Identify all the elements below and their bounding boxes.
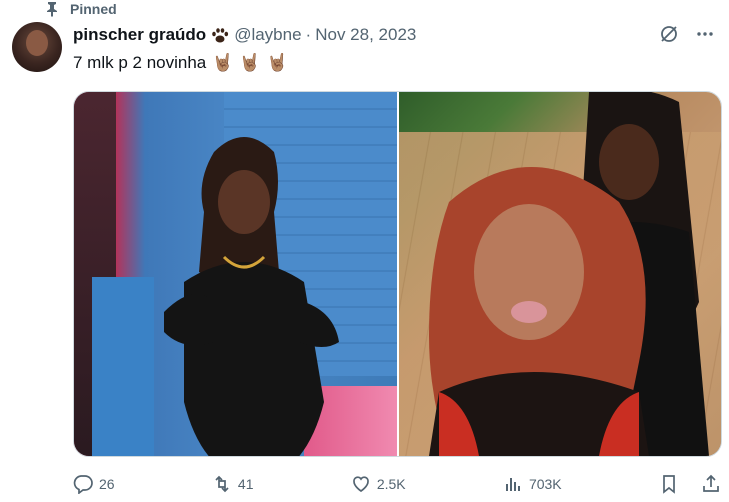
action-right-group	[659, 474, 721, 494]
media-grid	[73, 91, 722, 457]
views-count: 703K	[528, 476, 562, 492]
photo-left[interactable]	[74, 92, 397, 456]
views-button[interactable]: 703K	[503, 474, 562, 494]
share-icon	[703, 474, 719, 492]
user-handle[interactable]: @laybne	[234, 25, 301, 45]
grok-icon[interactable]	[659, 24, 679, 44]
reply-button[interactable]: 26	[73, 474, 115, 494]
rock-hand-emoji: 🤘🏽	[212, 53, 234, 72]
rock-hand-emoji: 🤘🏽	[266, 53, 288, 72]
separator-dot: ·	[305, 25, 312, 44]
like-button[interactable]: 2.5K	[351, 474, 406, 494]
pinned-label: Pinned	[70, 1, 117, 17]
rock-hand-emoji: 🤘🏽	[239, 53, 261, 72]
like-count: 2.5K	[376, 476, 406, 492]
repost-icon	[215, 475, 229, 493]
action-bar: 26 41 2.5K 703K	[73, 470, 721, 498]
tweet-text: 7 mlk p 2 novinha 🤘🏽 🤘🏽 🤘🏽	[73, 53, 288, 73]
person-figure	[428, 167, 649, 456]
photo-right[interactable]	[398, 92, 721, 456]
header-actions	[659, 24, 715, 44]
bookmark-button[interactable]	[659, 474, 679, 494]
tweet-date[interactable]: Nov 28, 2023	[315, 25, 416, 45]
pinned-indicator: Pinned	[44, 0, 117, 18]
tweet-body: 7 mlk p 2 novinha	[73, 53, 207, 72]
repost-count: 41	[237, 476, 254, 492]
pin-icon	[44, 1, 60, 17]
views-icon	[505, 478, 520, 491]
more-options-icon[interactable]	[695, 24, 715, 44]
bookmark-icon	[663, 475, 675, 494]
person-figure	[164, 137, 339, 456]
heart-icon	[352, 476, 369, 493]
share-button[interactable]	[701, 474, 721, 494]
reply-count: 26	[99, 476, 115, 492]
avatar[interactable]	[12, 22, 62, 72]
display-name[interactable]: pinscher graúdo	[73, 25, 206, 45]
paw-print-icon	[210, 25, 230, 45]
tweet-header: pinscher graúdo @laybne · Nov 28, 2023	[73, 24, 416, 46]
reply-icon	[73, 475, 93, 494]
repost-button[interactable]: 41	[212, 474, 254, 494]
